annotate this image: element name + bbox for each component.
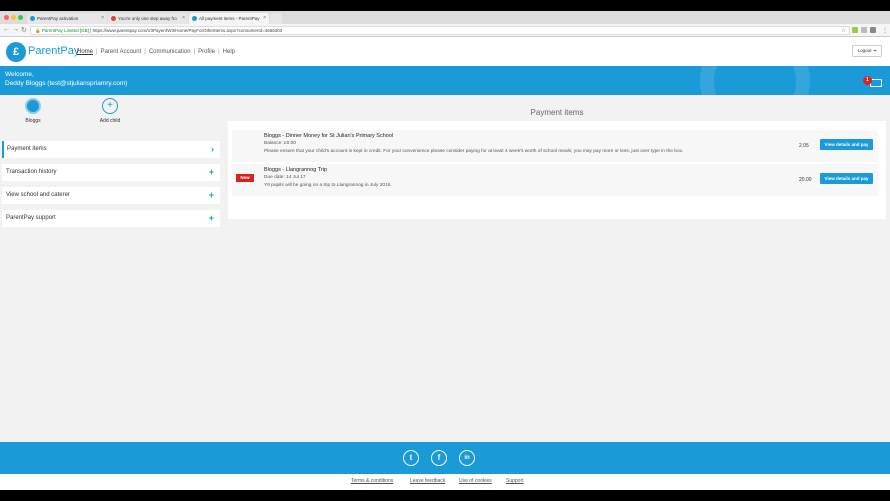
lock-icon: 🔒: [35, 28, 41, 33]
nav-separator: |: [144, 49, 146, 55]
reload-icon[interactable]: ↻: [21, 26, 27, 34]
footer-link-cookies[interactable]: Use of cookies: [459, 478, 492, 484]
sidebar-item-view-school-and-caterer[interactable]: View school and caterer +: [2, 187, 220, 204]
welcome-greeting: Welcome,: [5, 71, 34, 78]
tab-close-icon[interactable]: ×: [101, 13, 104, 24]
nav-separator: |: [193, 49, 196, 55]
site-header: £ ParentPay Home | Parent Account | Communic…: [0, 38, 890, 66]
payment-item-due-date: Due date: 14 Jul 17: [264, 175, 306, 180]
cart-count-badge: 1: [863, 76, 872, 85]
nav-help[interactable]: Help: [223, 49, 235, 55]
left-sidebar: Bloggs + Add child Payment items › Trans…: [0, 95, 224, 442]
footer-link-support[interactable]: Support: [506, 478, 524, 484]
nav-profile[interactable]: Profile: [198, 49, 215, 55]
child-label: Bloggs: [25, 118, 41, 124]
tab-favicon: [111, 16, 116, 21]
logout-label: Logout: [857, 48, 872, 53]
footer-link-feedback[interactable]: Leave feedback: [410, 478, 445, 484]
extension-icon[interactable]: [870, 27, 876, 33]
sidebar-item-label: View school and caterer: [6, 192, 70, 198]
sidebar-item-label: Payment items: [7, 146, 47, 152]
facebook-icon[interactable]: f: [431, 450, 447, 466]
payment-item-title: Bloggs - Dinner Money for St Julian's Pr…: [264, 133, 394, 139]
footer-social-bar: t f in: [0, 442, 890, 474]
footer-links: Terms & conditions Leave feedback Use of…: [0, 474, 890, 490]
back-arrow-icon[interactable]: ←: [3, 26, 10, 33]
add-child-label: Add child: [99, 118, 121, 124]
nav-home[interactable]: Home: [77, 49, 93, 55]
new-tab-button[interactable]: [270, 13, 282, 24]
sidebar-item-parentpay-support[interactable]: ParentPay support +: [2, 210, 220, 227]
nav-separator: |: [218, 49, 220, 55]
star-icon[interactable]: ☆: [841, 27, 846, 34]
menu-dots-icon[interactable]: ⋮: [882, 27, 888, 34]
plus-icon: +: [208, 213, 214, 223]
url-text: https://www.parentpay.com/V3Payer4W3/Hom…: [92, 28, 283, 33]
tab-label: ParentPay activation: [37, 16, 79, 21]
tab-favicon: [30, 16, 35, 21]
sidebar-item-payment-items[interactable]: Payment items ›: [2, 141, 220, 158]
tab-favicon: [192, 16, 197, 21]
tab-label: You're only one step away fro: [118, 16, 177, 21]
tab-label: All payment items - ParentPay: [199, 16, 260, 21]
twitter-icon[interactable]: t: [403, 450, 419, 466]
welcome-text: Welcome, Deddy Bloggs (test@stjulianspri…: [5, 70, 127, 88]
browser-tab-3[interactable]: All payment items - ParentPay ×: [189, 13, 269, 24]
nav-separator: |: [96, 49, 98, 55]
view-details-and-pay-button[interactable]: View details and pay: [820, 139, 873, 150]
logout-button[interactable]: Logout ⇥: [852, 45, 882, 57]
tab-close-icon[interactable]: ×: [182, 13, 185, 24]
child-bloggs[interactable]: Bloggs: [13, 98, 53, 124]
maximize-window-icon[interactable]: [18, 15, 23, 20]
top-nav: Home | Parent Account | Communication | Profil…: [77, 49, 235, 55]
logo-text[interactable]: ParentPay: [28, 45, 79, 57]
parentpay-logo-icon[interactable]: £: [6, 42, 26, 62]
plus-icon: +: [208, 190, 214, 200]
payment-item-row: Bloggs - Dinner Money for St Julian's Pr…: [232, 130, 878, 162]
browser-tab-1[interactable]: ParentPay activation ×: [27, 13, 107, 24]
close-window-icon[interactable]: [4, 15, 9, 20]
tab-close-icon[interactable]: ×: [263, 13, 266, 24]
footer-link-terms[interactable]: Terms & conditions: [351, 478, 393, 484]
address-bar-row: ← → ↻ 🔒 ParentPay Limited [GB] | https:/…: [0, 24, 890, 37]
linkedin-icon[interactable]: in: [459, 450, 475, 466]
secure-label: ParentPay Limited [GB]: [41, 28, 89, 33]
extension-icon[interactable]: [861, 27, 867, 33]
payment-item-description: Y6 pupils will be going on a trip to Lla…: [264, 183, 392, 188]
forward-arrow-icon[interactable]: →: [12, 26, 19, 33]
sidebar-item-label: ParentPay support: [6, 215, 56, 221]
payment-items-card: Bloggs - Dinner Money for St Julian's Pr…: [228, 121, 886, 219]
view-details-and-pay-button[interactable]: View details and pay: [820, 173, 873, 184]
new-badge: New: [236, 174, 254, 182]
payment-item-amount: 2.05: [799, 143, 809, 149]
payment-item-description: Please ensure that your child's account …: [264, 149, 684, 154]
payment-item-title: Bloggs - Llangrannog Trip: [264, 167, 327, 173]
sidebar-item-transaction-history[interactable]: Transaction history +: [2, 164, 220, 181]
page-title: Payment items: [530, 108, 584, 117]
extension-icon[interactable]: [852, 27, 858, 33]
screen: ParentPay activation × You're only one s…: [0, 11, 890, 490]
logout-icon: ⇥: [872, 48, 877, 53]
add-child-icon: +: [102, 98, 118, 114]
sidebar-item-label: Transaction history: [6, 169, 57, 175]
chevron-right-icon: ›: [211, 144, 214, 154]
payment-item-balance: Balance: £0.00: [264, 141, 297, 146]
url-field[interactable]: 🔒 ParentPay Limited [GB] | https://www.p…: [30, 26, 850, 35]
nav-communication[interactable]: Communication: [149, 49, 191, 55]
nav-parent-account[interactable]: Parent Account: [101, 49, 142, 55]
main-content: Payment items Bloggs - Dinner Money for …: [224, 95, 890, 442]
payment-item-row: New Bloggs - Llangrannog Trip Due date: …: [232, 164, 878, 196]
payment-item-amount: 20.00: [799, 177, 812, 183]
plus-icon: +: [208, 167, 214, 177]
banner-decoration: [700, 66, 810, 95]
browser-tab-bar: ParentPay activation × You're only one s…: [0, 11, 890, 24]
browser-tab-2[interactable]: You're only one step away fro ×: [108, 13, 188, 24]
child-avatar-icon: [25, 98, 41, 114]
minimize-window-icon[interactable]: [11, 15, 16, 20]
welcome-user: Deddy Bloggs (test@stjulianspriamry.com): [5, 80, 128, 87]
welcome-banner: Welcome, Deddy Bloggs (test@stjulianspri…: [0, 66, 890, 95]
add-child-button[interactable]: + Add child: [90, 98, 130, 124]
